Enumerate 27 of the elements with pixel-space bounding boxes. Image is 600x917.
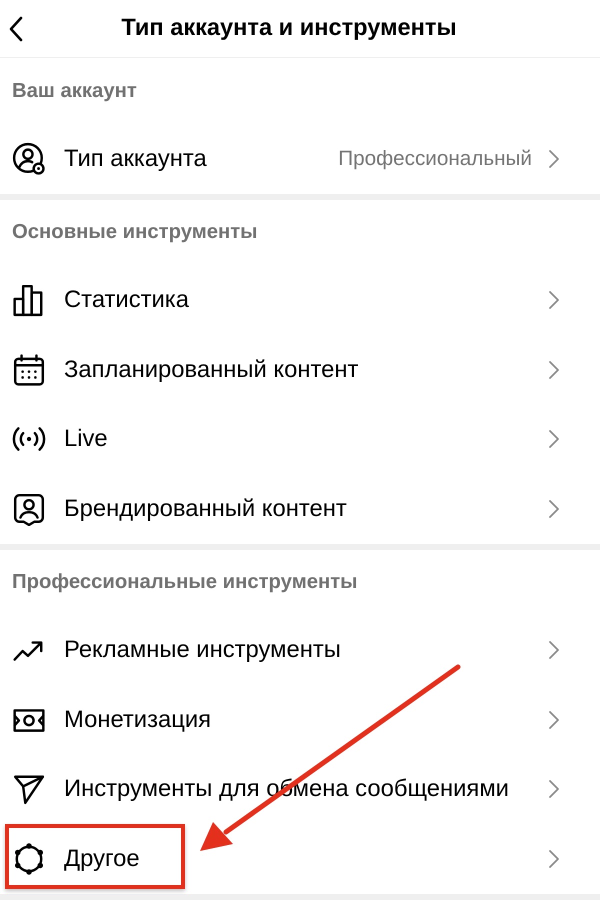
- chevron-right-icon: [548, 290, 560, 310]
- page-title: Тип аккаунта и инструменты: [120, 15, 458, 42]
- menu-item[interactable]: Тип аккаунта Профессиональный: [0, 124, 600, 194]
- chevron-right-icon: [548, 360, 560, 380]
- chevron-right-icon: [548, 148, 560, 169]
- menu-item[interactable]: Статистика: [0, 266, 600, 335]
- person-frame-icon: [12, 492, 46, 526]
- chevron-right-icon: [548, 429, 560, 450]
- menu-item[interactable]: Другое: [0, 824, 600, 894]
- menu-item[interactable]: Брендированный контент: [0, 474, 600, 544]
- person-gear-icon: [12, 142, 46, 176]
- section-title: Основные инструменты: [11, 220, 258, 245]
- dotted-ring-icon: [12, 842, 46, 876]
- chevron-right-icon: [548, 710, 560, 730]
- section-title: Профессиональные инструменты: [11, 570, 358, 595]
- chevron-right-icon: [548, 848, 560, 869]
- menu-item[interactable]: Live: [0, 404, 600, 474]
- chevron-right-icon: [548, 640, 560, 660]
- menu-item[interactable]: Монетизация: [0, 685, 600, 754]
- menu-item[interactable]: Запланированный контент: [0, 335, 600, 404]
- menu-item[interactable]: Рекламные инструменты: [0, 616, 600, 685]
- calendar-icon: [12, 352, 46, 387]
- account-type-value: Профессиональный: [338, 146, 532, 171]
- chevron-left-icon: [8, 16, 24, 42]
- section-title: Ваш аккаунт: [11, 78, 138, 104]
- chevron-right-icon: [548, 779, 560, 800]
- chevron-right-icon: [548, 498, 560, 519]
